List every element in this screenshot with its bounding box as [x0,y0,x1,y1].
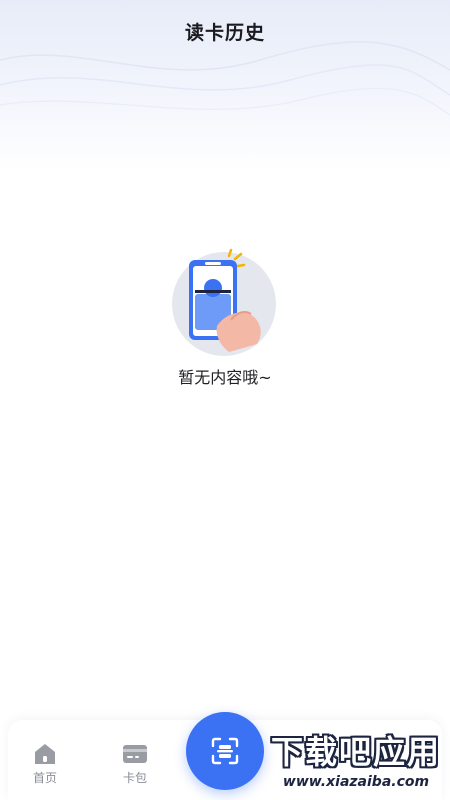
site-watermark: 下载吧应用 www.xiazaiba.com [262,732,450,796]
tab-home-label: 首页 [32,771,57,785]
phone-scan-card-icon [165,248,285,358]
tab-card-wallet-label: 卡包 [122,771,147,785]
empty-state-message: 暂无内容哦~ [178,368,272,387]
scan-card-button[interactable] [186,712,264,790]
page-title: 读卡历史 [184,22,265,44]
read-card-history-screen: 读卡历史 暂无内容哦~ 首页 卡包 下载吧应用 www.xiazaiba.com [0,0,450,800]
scan-icon [211,737,239,765]
home-icon [35,744,55,764]
card-wallet-icon [123,745,147,763]
tab-home[interactable]: 首页 [10,742,80,786]
watermark-main-text: 下载吧应用 [270,733,441,771]
watermark-url-text: www.xiazaiba.com [282,774,430,790]
tab-card-wallet[interactable]: 卡包 [100,742,170,786]
